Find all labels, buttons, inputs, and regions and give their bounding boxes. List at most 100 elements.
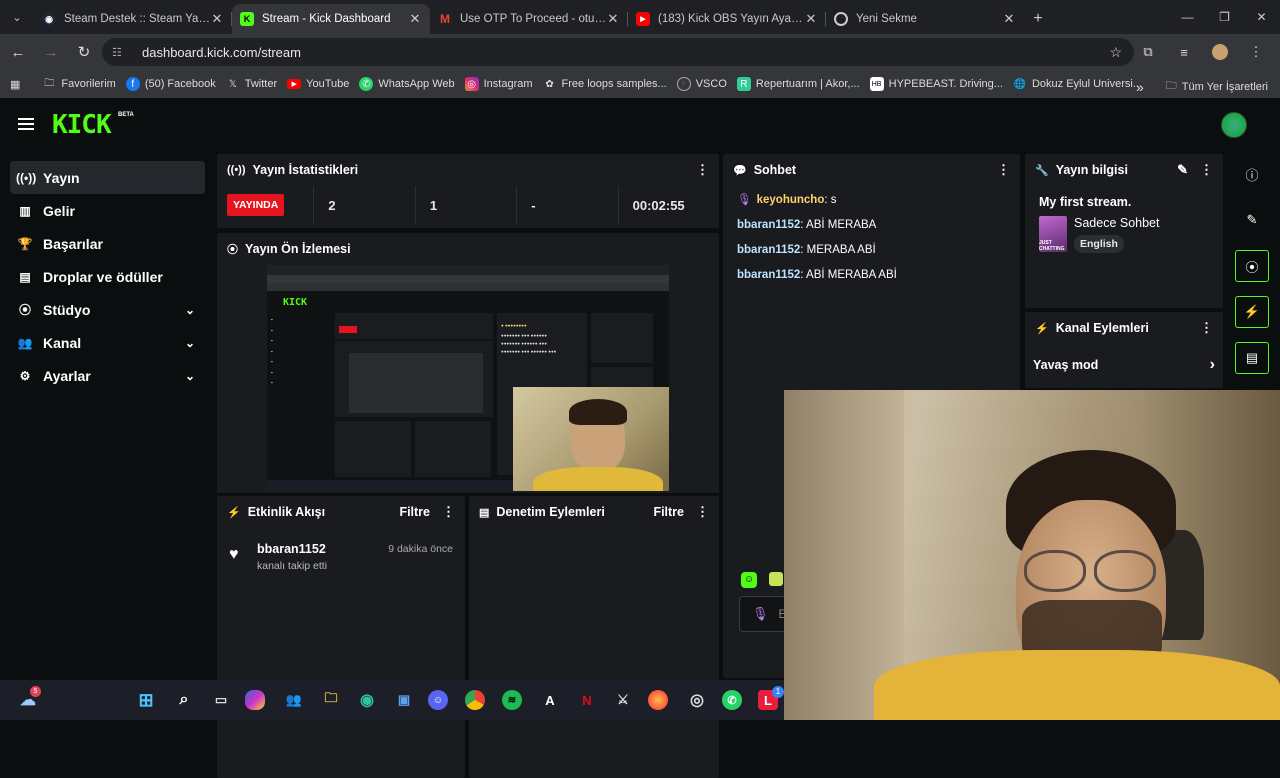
bookmark-item[interactable]: f (50) Facebook (125, 77, 216, 91)
sidebar-item-ayarlar[interactable]: ⚙ Ayarlar ⌄ (10, 359, 205, 392)
vsco-icon: ◌ (676, 77, 691, 91)
stream-preview-video[interactable]: KICK ▪ ▪ ▪ ▪ ▪ ▪ ▪ ● ●●●●●●●● ●●●●●●● ●●● ●●●●… (267, 265, 669, 491)
bookmark-item[interactable]: HB HYPEBEAST. Driving... (869, 77, 1003, 91)
browser-tab-kick[interactable]: K Stream - Kick Dashboard ✕ (232, 4, 430, 34)
sidebar-item-studyo[interactable]: ⦿ Stüdyo ⌄ (10, 293, 205, 326)
edit-icon[interactable]: ✎ (1177, 162, 1188, 178)
bookmark-item[interactable]: ◎ Instagram (464, 77, 533, 91)
whatsapp-icon: ✆ (359, 77, 374, 91)
forward-icon[interactable]: → (36, 37, 66, 67)
site-info-icon[interactable]: ☷ (112, 46, 130, 59)
more-bookmarks-icon[interactable]: » (1136, 79, 1144, 95)
twitter-icon: 𝕏 (228, 78, 237, 90)
chat-username[interactable]: keyohuncho (757, 194, 825, 206)
new-tab-button[interactable]: + (1024, 4, 1052, 34)
more-options-icon[interactable]: ⋮ (442, 504, 455, 520)
close-tab-icon[interactable]: ✕ (1002, 11, 1016, 27)
bookmark-item[interactable]: ▶ YouTube (287, 78, 349, 90)
start-icon[interactable]: ⊞ (134, 688, 158, 712)
kick-logo[interactable]: KICK (52, 110, 112, 140)
all-bookmarks-link[interactable]: Tüm Yer İşaretleri (1182, 81, 1268, 93)
search-icon[interactable]: ⌕ (172, 688, 196, 712)
chrome-menu-icon[interactable]: ⋮ (1238, 38, 1274, 66)
copilot-icon[interactable] (245, 690, 265, 710)
lightning-toggle-icon[interactable]: ⚡ (1235, 296, 1269, 328)
bookmark-item[interactable]: ◌ VSCO (676, 77, 727, 91)
preview-toggle-icon[interactable]: ⦿ (1235, 250, 1269, 282)
bookmark-item[interactable]: ✆ WhatsApp Web (359, 77, 455, 91)
close-tab-icon[interactable]: ✕ (804, 11, 818, 27)
netflix-icon[interactable]: N (575, 688, 599, 712)
tab-search-menu-icon[interactable]: ⌄ (0, 0, 34, 34)
game-icon[interactable]: ⚔ (611, 688, 635, 712)
preview-sidebar: ▪ ▪ ▪ ▪ ▪ ▪ ▪ (271, 317, 273, 385)
browser-tab-steam[interactable]: ◉ Steam Destek :: Steam Yayıncılığı ✕ (34, 4, 232, 34)
close-window-icon[interactable]: ✕ (1243, 0, 1280, 34)
document-toggle-icon[interactable]: ▤ (1235, 342, 1269, 374)
filter-button[interactable]: Filtre (653, 505, 684, 519)
emote-icon[interactable] (769, 572, 783, 586)
chat-username[interactable]: bbaran1152 (737, 219, 800, 231)
bookmark-item[interactable]: R Repertuarım | Akor,... (736, 77, 860, 91)
chat-username[interactable]: bbaran1152 (737, 244, 800, 256)
media-controls-icon[interactable]: ≡ (1166, 38, 1202, 66)
bookmark-star-icon[interactable]: ☆ (1109, 44, 1122, 61)
teams-icon[interactable]: 👥 (282, 688, 306, 712)
maximize-icon[interactable]: ❐ (1206, 0, 1243, 34)
browser-tab-new[interactable]: Yeni Sekme ✕ (826, 4, 1024, 34)
browser-tab-gmail[interactable]: M Use OTP To Proceed - oturanka ✕ (430, 4, 628, 34)
close-tab-icon[interactable]: ✕ (210, 11, 224, 27)
youtube-icon: ▶ (287, 79, 302, 89)
edge-icon[interactable]: ◉ (355, 688, 379, 712)
edit-icon[interactable]: ✎ (1235, 204, 1269, 236)
stats-row: YAYINDA 2 1 - 00:02:55 (217, 186, 719, 224)
chat-username[interactable]: bbaran1152 (737, 269, 800, 281)
menu-icon[interactable] (18, 118, 34, 130)
address-bar[interactable]: ☷ dashboard.kick.com/stream ☆ (102, 38, 1134, 66)
bookmark-item[interactable]: ✿ Free loops samples... (543, 77, 666, 91)
extensions-icon[interactable]: ⧉ (1130, 38, 1166, 66)
more-options-icon[interactable]: ⋮ (997, 162, 1010, 178)
more-options-icon[interactable]: ⋮ (1200, 320, 1213, 336)
close-tab-icon[interactable]: ✕ (408, 11, 422, 27)
minimize-icon[interactable]: — (1169, 0, 1206, 34)
spotify-icon[interactable]: ≋ (502, 690, 522, 710)
more-options-icon[interactable]: ⋮ (696, 504, 709, 520)
bookmark-label: WhatsApp Web (378, 78, 455, 90)
sidebar-item-yayin[interactable]: ((•)) Yayın (10, 161, 205, 194)
reload-icon[interactable]: ↻ (69, 37, 99, 67)
filter-button[interactable]: Filtre (399, 505, 430, 519)
back-icon[interactable]: ← (3, 37, 33, 67)
more-options-icon[interactable]: ⋮ (696, 162, 709, 178)
slow-mode-row[interactable]: Yavaş mod › (1025, 344, 1223, 374)
bookmark-item[interactable]: 🗀 Favorilerim (42, 77, 115, 91)
right-rail: ⓘ ✎ ⦿ ⚡ ▤ (1235, 158, 1271, 388)
close-tab-icon[interactable]: ✕ (606, 11, 620, 27)
store-icon[interactable]: ▣ (392, 688, 416, 712)
file-explorer-icon[interactable]: 🗀 (319, 688, 343, 712)
emote-icon[interactable]: ☺ (741, 572, 757, 588)
bookmark-item[interactable]: 🌐 Dokuz Eylul Universi... (1013, 77, 1142, 91)
category-thumbnail[interactable]: JUST CHATTING (1039, 216, 1067, 252)
sidebar-item-droplar[interactable]: ▤ Droplar ve ödüller (10, 260, 205, 293)
category-name[interactable]: Sadece Sohbet (1074, 216, 1160, 230)
sidebar-item-kanal[interactable]: 👥 Kanal ⌄ (10, 326, 205, 359)
user-avatar[interactable] (1221, 112, 1247, 138)
sidebar-item-gelir[interactable]: ▥ Gelir (10, 194, 205, 227)
chrome-icon[interactable] (465, 690, 485, 710)
globe-icon: 🌐 (1013, 78, 1027, 90)
creative-cloud-icon[interactable]: A (538, 688, 562, 712)
sidebar-item-basarilar[interactable]: 🏆 Başarılar (10, 227, 205, 260)
firefox-icon[interactable] (648, 690, 668, 710)
more-options-icon[interactable]: ⋮ (1200, 162, 1213, 178)
info-icon[interactable]: ⓘ (1235, 158, 1269, 190)
apps-icon[interactable]: ▦ (10, 78, 20, 91)
profile-icon[interactable] (1202, 38, 1238, 66)
bookmark-item[interactable]: 𝕏 Twitter (226, 77, 277, 91)
whatsapp-icon[interactable]: ✆ (722, 690, 742, 710)
task-view-icon[interactable]: ▭ (209, 688, 233, 712)
activity-user[interactable]: bbaran1152 (257, 542, 326, 556)
browser-tab-youtube[interactable]: ▶ (183) Kick OBS Yayın Ayarları N ✕ (628, 4, 826, 34)
discord-icon[interactable]: ☺ (428, 690, 448, 710)
panel-header: ⚡ Etkinlik Akışı Filtre ⋮ (217, 496, 465, 528)
